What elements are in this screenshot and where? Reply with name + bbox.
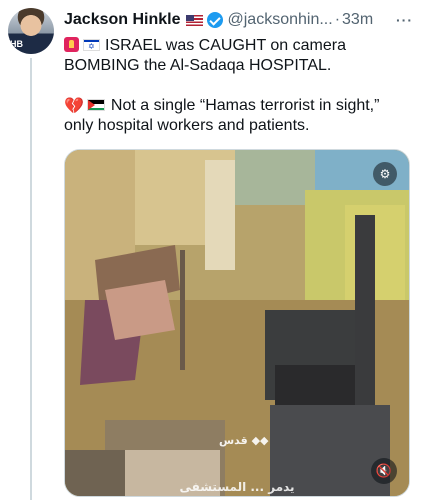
tweet-header: Jackson Hinkle @jacksonhin... · 33m ··· (64, 10, 413, 30)
avatar-column: HB (8, 8, 56, 54)
more-options-icon[interactable]: ··· (396, 10, 413, 30)
thread-line (30, 58, 32, 500)
author-handle[interactable]: @jacksonhin... (228, 10, 333, 30)
us-flag-icon (185, 14, 203, 26)
broken-heart-icon: 💔 (64, 96, 84, 115)
tweet-line-1: ISRAEL was CAUGHT on camera BOMBING the … (64, 37, 346, 74)
avatar[interactable]: HB (8, 8, 54, 54)
palestine-flag-icon (86, 99, 105, 111)
author-name[interactable]: Jackson Hinkle (64, 10, 181, 30)
tweet-text: ISRAEL was CAUGHT on camera BOMBING the … (64, 36, 411, 136)
video-player[interactable]: ⚙ قدس ◆◆ يدمر ... المستشفى 🔇 (64, 149, 410, 497)
time-separator: · (334, 11, 341, 28)
video-watermark: قدس ◆◆ (219, 434, 269, 447)
siren-emoji-icon (64, 37, 79, 52)
tweet-line-2: Not a single “Hamas terrorist in sight,”… (64, 97, 380, 134)
tweet-text-line-2: 💔 Not a single “Hamas terrorist in sight,… (64, 96, 411, 136)
tweet-text-line-1: ISRAEL was CAUGHT on camera BOMBING the … (64, 36, 411, 76)
verified-badge-icon[interactable] (206, 12, 223, 28)
video-settings-icon[interactable]: ⚙ (373, 162, 397, 186)
tweet-time[interactable]: 33m (342, 10, 373, 30)
avatar-badge: HB (8, 39, 25, 50)
muted-speaker-icon[interactable]: 🔇 (371, 458, 397, 484)
israel-flag-icon (83, 37, 100, 57)
video-caption: يدمر ... المستشفى (179, 480, 295, 494)
